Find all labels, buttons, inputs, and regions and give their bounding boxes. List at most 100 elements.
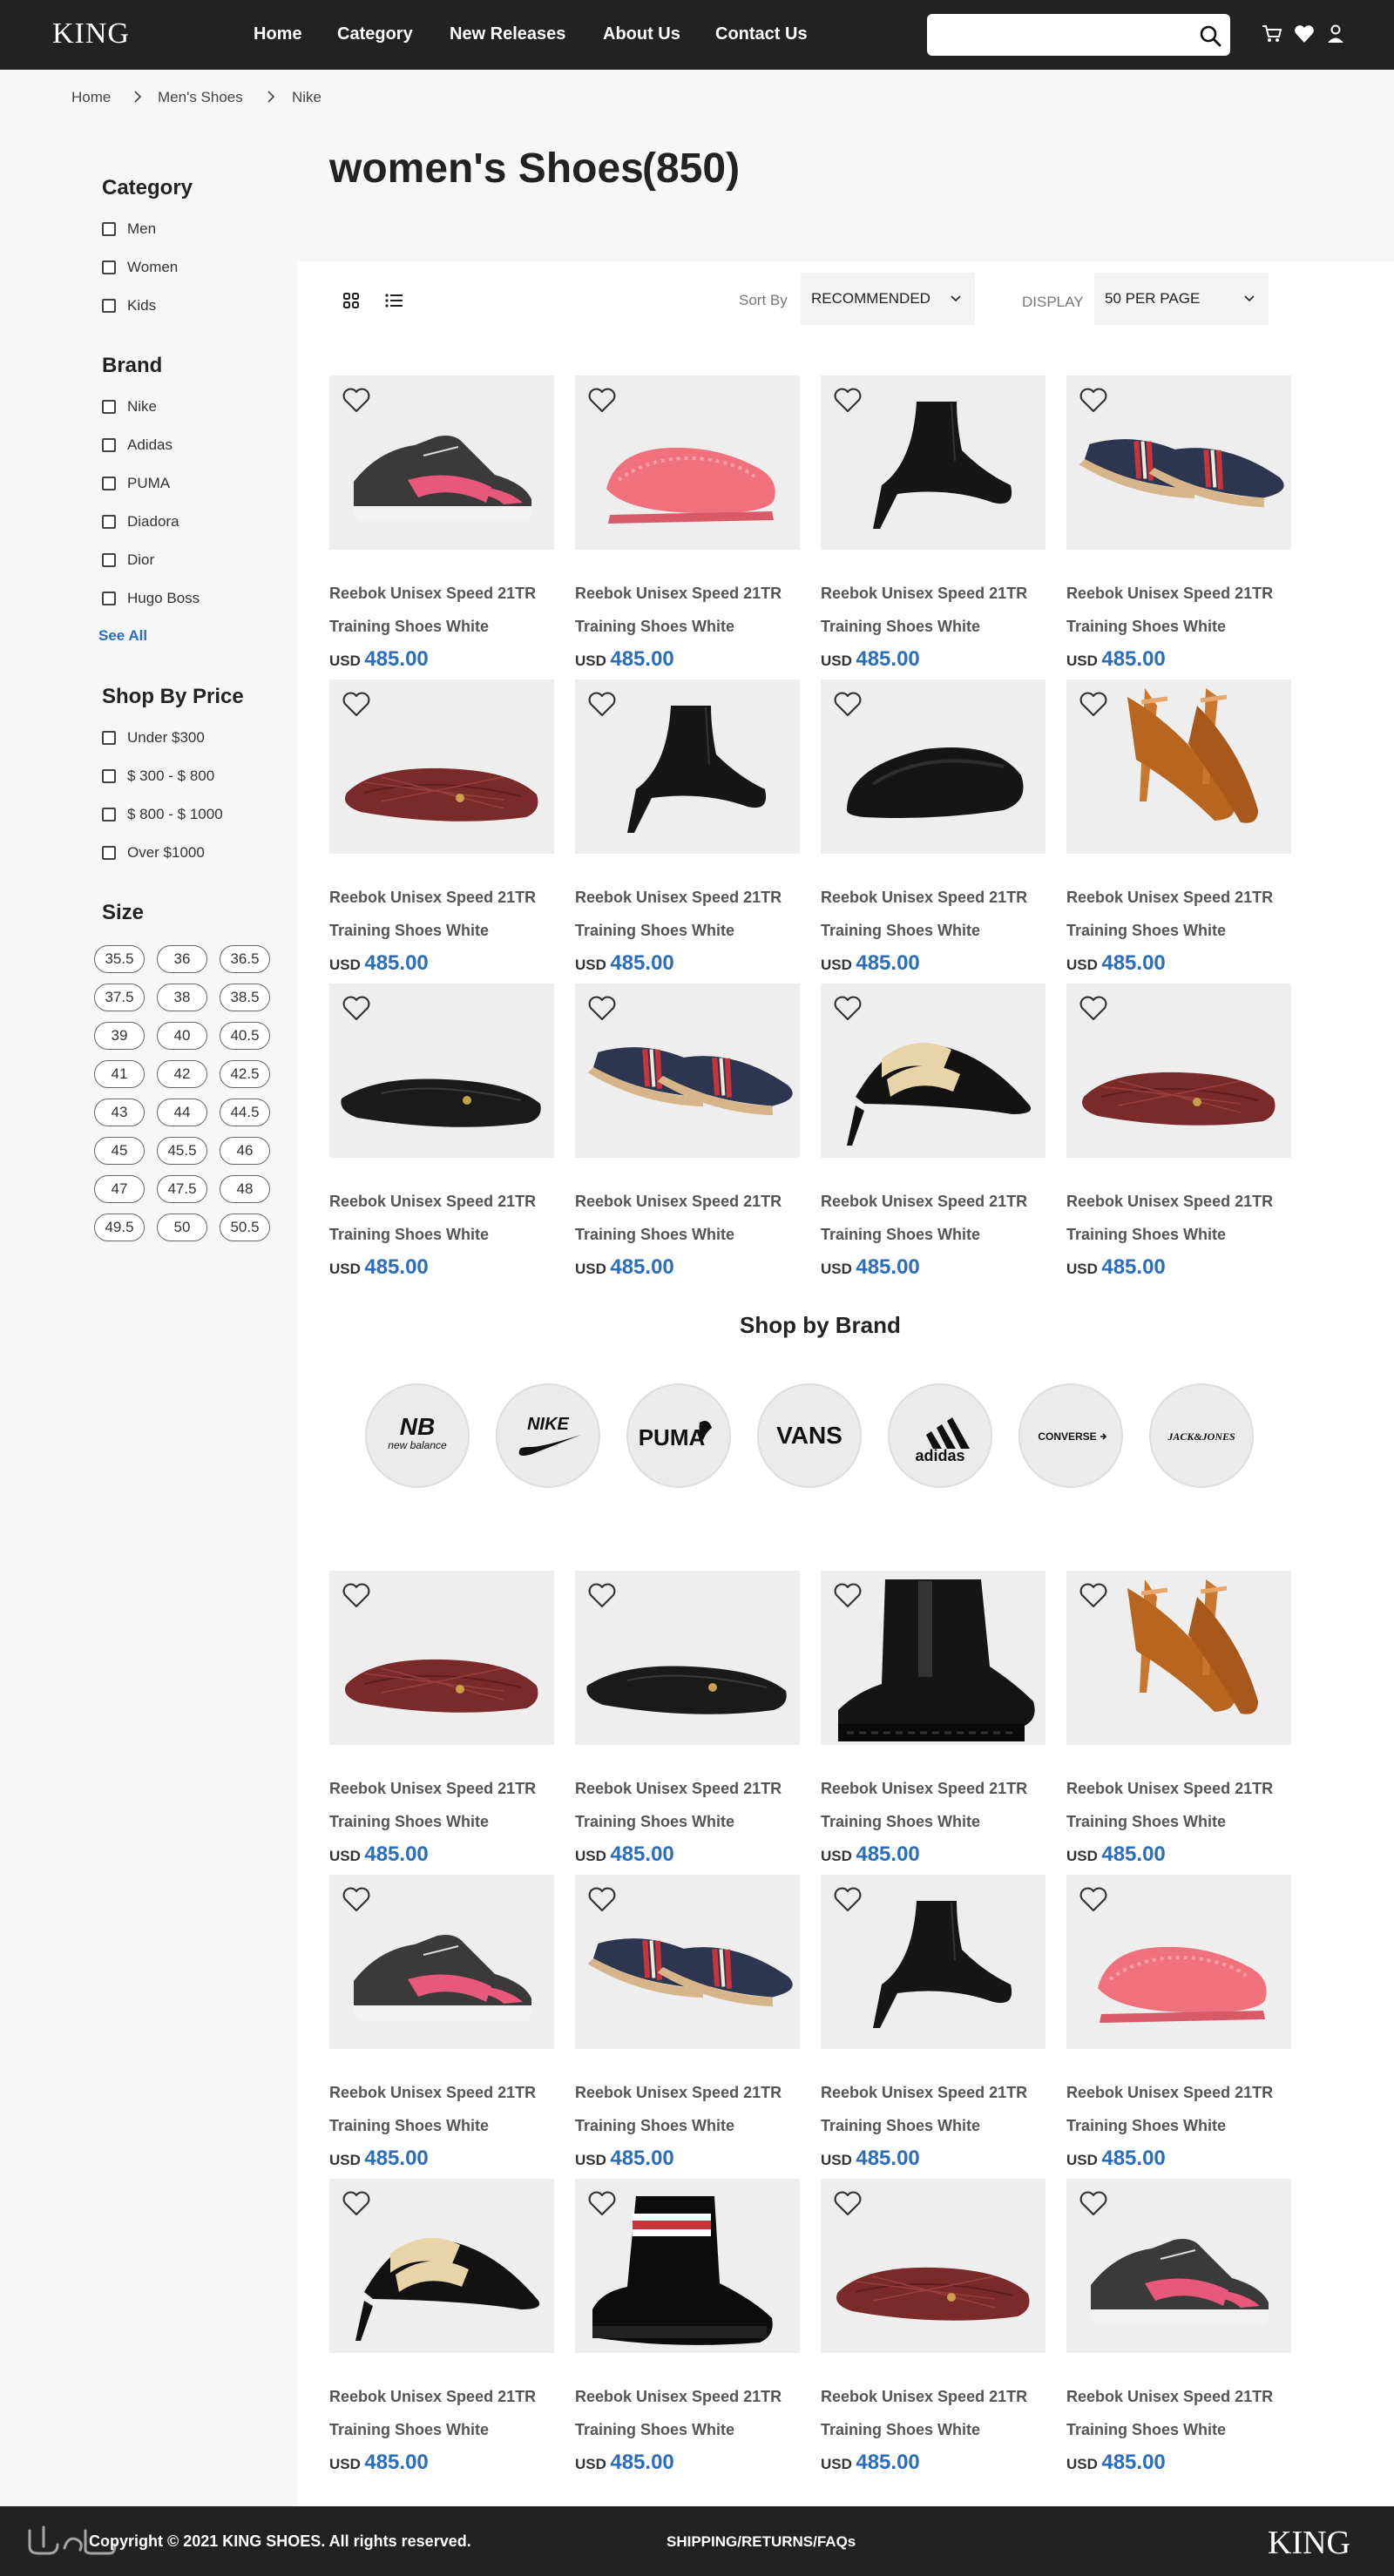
product-name[interactable]: Reebok Unisex Speed 21TR: [329, 1780, 536, 1798]
product-name[interactable]: Reebok Unisex Speed 21TR: [329, 2084, 536, 2102]
checkbox[interactable]: [102, 400, 116, 414]
size-option[interactable]: 43: [94, 1099, 145, 1126]
product-name[interactable]: Reebok Unisex Speed 21TR: [575, 889, 782, 907]
product-name[interactable]: Reebok Unisex Speed 21TR: [1066, 889, 1273, 907]
heart-icon[interactable]: [833, 388, 863, 418]
brand-logo-converse[interactable]: CONVERSE: [1018, 1383, 1123, 1488]
product-card[interactable]: Reebok Unisex Speed 21TR Training Shoes W…: [575, 1571, 800, 1876]
product-card[interactable]: Reebok Unisex Speed 21TR Training Shoes W…: [329, 1875, 554, 2180]
filter-brand-puma[interactable]: PUMA: [102, 474, 170, 493]
filter-category-men[interactable]: Men: [102, 220, 156, 239]
breadcrumb-mens-shoes[interactable]: Men's Shoes: [158, 89, 243, 106]
nav-about-us[interactable]: About Us: [603, 24, 680, 44]
product-card[interactable]: Reebok Unisex Speed 21TR Training Shoes W…: [821, 2179, 1046, 2484]
checkbox[interactable]: [102, 438, 116, 452]
size-option[interactable]: 49.5: [94, 1214, 145, 1241]
nav-category[interactable]: Category: [337, 24, 413, 44]
nav-home[interactable]: Home: [254, 24, 302, 44]
brand-logo-nike[interactable]: NIKE: [496, 1383, 600, 1488]
shipping-returns-faqs-link[interactable]: SHIPPING/RETURNS/FAQs: [667, 2533, 856, 2551]
product-name[interactable]: Reebok Unisex Speed 21TR: [575, 2388, 782, 2406]
size-option[interactable]: 39: [94, 1022, 145, 1050]
size-option[interactable]: 36.5: [220, 945, 270, 973]
product-card[interactable]: Reebok Unisex Speed 21TR Training Shoes W…: [821, 375, 1046, 680]
product-card[interactable]: Reebok Unisex Speed 21TR Training Shoes W…: [821, 679, 1046, 984]
filter-brand-nike[interactable]: Nike: [102, 397, 157, 416]
product-card[interactable]: Reebok Unisex Speed 21TR Training Shoes W…: [329, 679, 554, 984]
checkbox[interactable]: [102, 553, 116, 567]
heart-icon[interactable]: [833, 996, 863, 1026]
heart-icon[interactable]: [833, 1583, 863, 1613]
product-card[interactable]: Reebok Unisex Speed 21TR Training Shoes W…: [1066, 1571, 1291, 1876]
heart-icon[interactable]: [342, 1887, 371, 1917]
checkbox[interactable]: [102, 222, 116, 236]
product-name[interactable]: Reebok Unisex Speed 21TR: [329, 889, 536, 907]
cart-icon[interactable]: [1262, 24, 1282, 48]
product-name[interactable]: Reebok Unisex Speed 21TR: [1066, 585, 1273, 603]
product-card[interactable]: Reebok Unisex Speed 21TR Training Shoes W…: [329, 984, 554, 1288]
checkbox[interactable]: [102, 731, 116, 745]
filter-price-300-800[interactable]: $ 300 - $ 800: [102, 767, 214, 786]
heart-icon[interactable]: [587, 692, 617, 722]
product-name[interactable]: Reebok Unisex Speed 21TR: [1066, 2084, 1273, 2102]
checkbox[interactable]: [102, 260, 116, 274]
product-card[interactable]: Reebok Unisex Speed 21TR Training Shoes W…: [575, 1875, 800, 2180]
size-option[interactable]: 48: [220, 1175, 270, 1203]
list-view-icon[interactable]: [384, 292, 403, 314]
filter-brand-dior[interactable]: Dior: [102, 551, 154, 570]
heart-icon[interactable]: [587, 996, 617, 1026]
heart-icon[interactable]: [342, 1583, 371, 1613]
heart-icon[interactable]: [833, 692, 863, 722]
brand-logo-vans[interactable]: VANS: [757, 1383, 862, 1488]
product-name[interactable]: Reebok Unisex Speed 21TR: [821, 1780, 1027, 1798]
product-card[interactable]: Reebok Unisex Speed 21TR Training Shoes W…: [821, 1875, 1046, 2180]
size-option[interactable]: 46: [220, 1137, 270, 1165]
filter-price-under-300[interactable]: Under $300: [102, 728, 205, 747]
heart-icon[interactable]: [833, 2191, 863, 2221]
heart-icon[interactable]: [342, 388, 371, 418]
sort-select[interactable]: RECOMMENDED: [801, 273, 975, 325]
product-card[interactable]: Reebok Unisex Speed 21TR Training Shoes W…: [575, 679, 800, 984]
size-option[interactable]: 38: [157, 984, 207, 1011]
size-option[interactable]: 47.5: [157, 1175, 207, 1203]
checkbox[interactable]: [102, 592, 116, 605]
product-name[interactable]: Reebok Unisex Speed 21TR: [575, 1193, 782, 1211]
checkbox[interactable]: [102, 299, 116, 313]
size-option[interactable]: 42: [157, 1060, 207, 1088]
size-option[interactable]: 50.5: [220, 1214, 270, 1241]
user-icon[interactable]: [1326, 24, 1345, 48]
heart-icon[interactable]: [1079, 388, 1108, 418]
heart-icon[interactable]: [1079, 692, 1108, 722]
heart-icon[interactable]: [1079, 996, 1108, 1026]
product-card[interactable]: Reebok Unisex Speed 21TR Training Shoes W…: [329, 2179, 554, 2484]
filter-brand-diadora[interactable]: Diadora: [102, 512, 179, 531]
size-option[interactable]: 50: [157, 1214, 207, 1241]
filter-brand-hugo-boss[interactable]: Hugo Boss: [102, 589, 200, 608]
product-card[interactable]: Reebok Unisex Speed 21TR Training Shoes W…: [1066, 1875, 1291, 2180]
checkbox[interactable]: [102, 808, 116, 821]
heart-icon[interactable]: [587, 1887, 617, 1917]
size-option[interactable]: 40.5: [220, 1022, 270, 1050]
heart-icon[interactable]: [1079, 1887, 1108, 1917]
size-option[interactable]: 41: [94, 1060, 145, 1088]
nav-contact-us[interactable]: Contact Us: [715, 24, 808, 44]
product-card[interactable]: Reebok Unisex Speed 21TR Training Shoes W…: [1066, 375, 1291, 680]
heart-icon[interactable]: [587, 2191, 617, 2221]
brand-logo-adidas[interactable]: adidas: [888, 1383, 992, 1488]
display-select[interactable]: 50 PER PAGE: [1094, 273, 1269, 325]
product-card[interactable]: Reebok Unisex Speed 21TR Training Shoes W…: [329, 375, 554, 680]
product-name[interactable]: Reebok Unisex Speed 21TR: [575, 585, 782, 603]
product-name[interactable]: Reebok Unisex Speed 21TR: [821, 2084, 1027, 2102]
search-input[interactable]: [939, 21, 1183, 49]
brand-logo-jack-jones[interactable]: JACK&JONES: [1149, 1383, 1254, 1488]
size-option[interactable]: 42.5: [220, 1060, 270, 1088]
checkbox[interactable]: [102, 477, 116, 490]
product-name[interactable]: Reebok Unisex Speed 21TR: [1066, 1193, 1273, 1211]
product-name[interactable]: Reebok Unisex Speed 21TR: [821, 1193, 1027, 1211]
product-card[interactable]: Reebok Unisex Speed 21TR Training Shoes W…: [575, 2179, 800, 2484]
product-name[interactable]: Reebok Unisex Speed 21TR: [329, 585, 536, 603]
filter-category-kids[interactable]: Kids: [102, 296, 156, 315]
heart-icon[interactable]: [1079, 1583, 1108, 1613]
brand-logo-new-balance[interactable]: NB new balance: [365, 1383, 470, 1488]
product-name[interactable]: Reebok Unisex Speed 21TR: [821, 585, 1027, 603]
